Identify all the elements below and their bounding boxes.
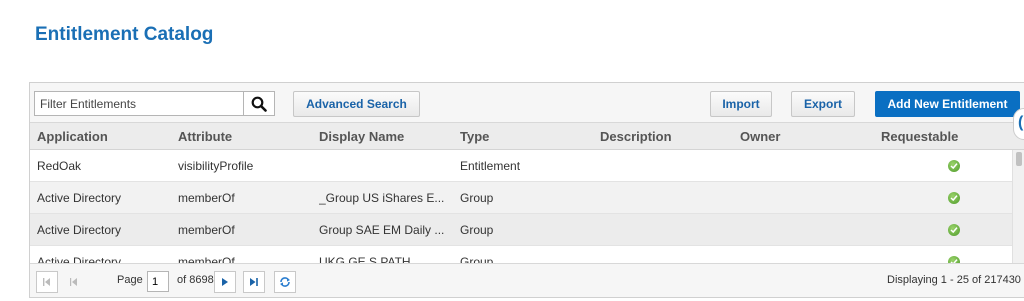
requestable-check-icon xyxy=(948,224,960,236)
cell-display-name: Group SAE EM Daily ... xyxy=(319,223,445,237)
displaying-count: Displaying 1 - 25 of 217430 xyxy=(887,274,1021,286)
column-header-owner[interactable]: Owner xyxy=(740,123,780,150)
requestable-check-icon xyxy=(948,192,960,204)
requestable-check-icon xyxy=(948,160,960,172)
column-header-requestable[interactable]: Requestable xyxy=(881,123,958,150)
first-page-button[interactable] xyxy=(36,271,58,293)
import-button[interactable]: Import xyxy=(710,91,772,117)
side-panel-toggle[interactable]: ( xyxy=(1013,108,1024,140)
refresh-button[interactable] xyxy=(274,271,296,293)
table-row[interactable]: Active Directory memberOf _Group US iSha… xyxy=(30,182,1012,214)
refresh-icon xyxy=(280,277,290,287)
table-row[interactable]: RedOak visibilityProfile Entitlement xyxy=(30,150,1012,182)
next-page-icon xyxy=(222,278,228,286)
cell-display-name: _Group US iShares E... xyxy=(319,191,445,205)
last-page-icon xyxy=(250,278,258,286)
table-header: Application Attribute Display Name Type … xyxy=(30,123,1024,150)
page-title: Entitlement Catalog xyxy=(35,24,214,45)
cell-type: Group xyxy=(460,191,494,205)
cell-application: Active Directory xyxy=(37,223,122,237)
cell-application: Active Directory xyxy=(37,255,122,263)
cell-attribute: visibilityProfile xyxy=(178,159,254,173)
toolbar: Advanced Search Import Export Add New En… xyxy=(30,83,1024,123)
cell-attribute: memberOf xyxy=(178,223,235,237)
table-body: RedOak visibilityProfile Entitlement Act… xyxy=(30,150,1012,263)
advanced-search-button[interactable]: Advanced Search xyxy=(293,91,420,117)
cell-type: Group xyxy=(460,223,494,237)
column-header-type[interactable]: Type xyxy=(460,123,489,150)
cell-display-name: UKG GE S PATH ... xyxy=(319,255,424,263)
cell-type: Entitlement xyxy=(460,159,521,173)
cell-application: RedOak xyxy=(37,159,82,173)
entitlement-grid: Advanced Search Import Export Add New En… xyxy=(29,82,1024,298)
cell-attribute: memberOf xyxy=(178,255,235,263)
previous-page-icon xyxy=(70,278,77,286)
page-label: Page xyxy=(117,274,143,286)
expand-panel-icon: ( xyxy=(1018,114,1024,131)
cell-display-name xyxy=(319,150,454,182)
next-page-button[interactable] xyxy=(214,271,236,293)
column-header-application[interactable]: Application xyxy=(37,123,108,150)
add-new-entitlement-button[interactable]: Add New Entitlement xyxy=(875,91,1020,117)
scrollbar-thumb[interactable] xyxy=(1016,152,1022,166)
filter-entitlements-input[interactable] xyxy=(34,91,244,116)
page-count: of 8698 xyxy=(177,274,214,286)
table-row[interactable]: Active Directory memberOf UKG GE S PATH … xyxy=(30,246,1012,263)
pagination-bar: Page of 8698 Displaying 1 - 25 of 217430 xyxy=(30,263,1024,297)
search-button[interactable] xyxy=(244,91,275,116)
first-page-icon xyxy=(43,278,50,286)
export-button[interactable]: Export xyxy=(791,91,855,117)
search-icon xyxy=(251,96,267,112)
table-row[interactable]: Active Directory memberOf Group SAE EM D… xyxy=(30,214,1012,246)
previous-page-button[interactable] xyxy=(63,271,85,293)
cell-application: Active Directory xyxy=(37,191,122,205)
requestable-check-icon xyxy=(948,256,960,263)
cell-type: Group xyxy=(460,255,494,263)
last-page-button[interactable] xyxy=(243,271,265,293)
cell-attribute: memberOf xyxy=(178,191,235,205)
column-header-description[interactable]: Description xyxy=(600,123,672,150)
column-header-display-name[interactable]: Display Name xyxy=(319,123,404,150)
page-number-input[interactable] xyxy=(147,271,169,292)
column-header-attribute[interactable]: Attribute xyxy=(178,123,232,150)
vertical-scrollbar[interactable] xyxy=(1012,150,1024,263)
